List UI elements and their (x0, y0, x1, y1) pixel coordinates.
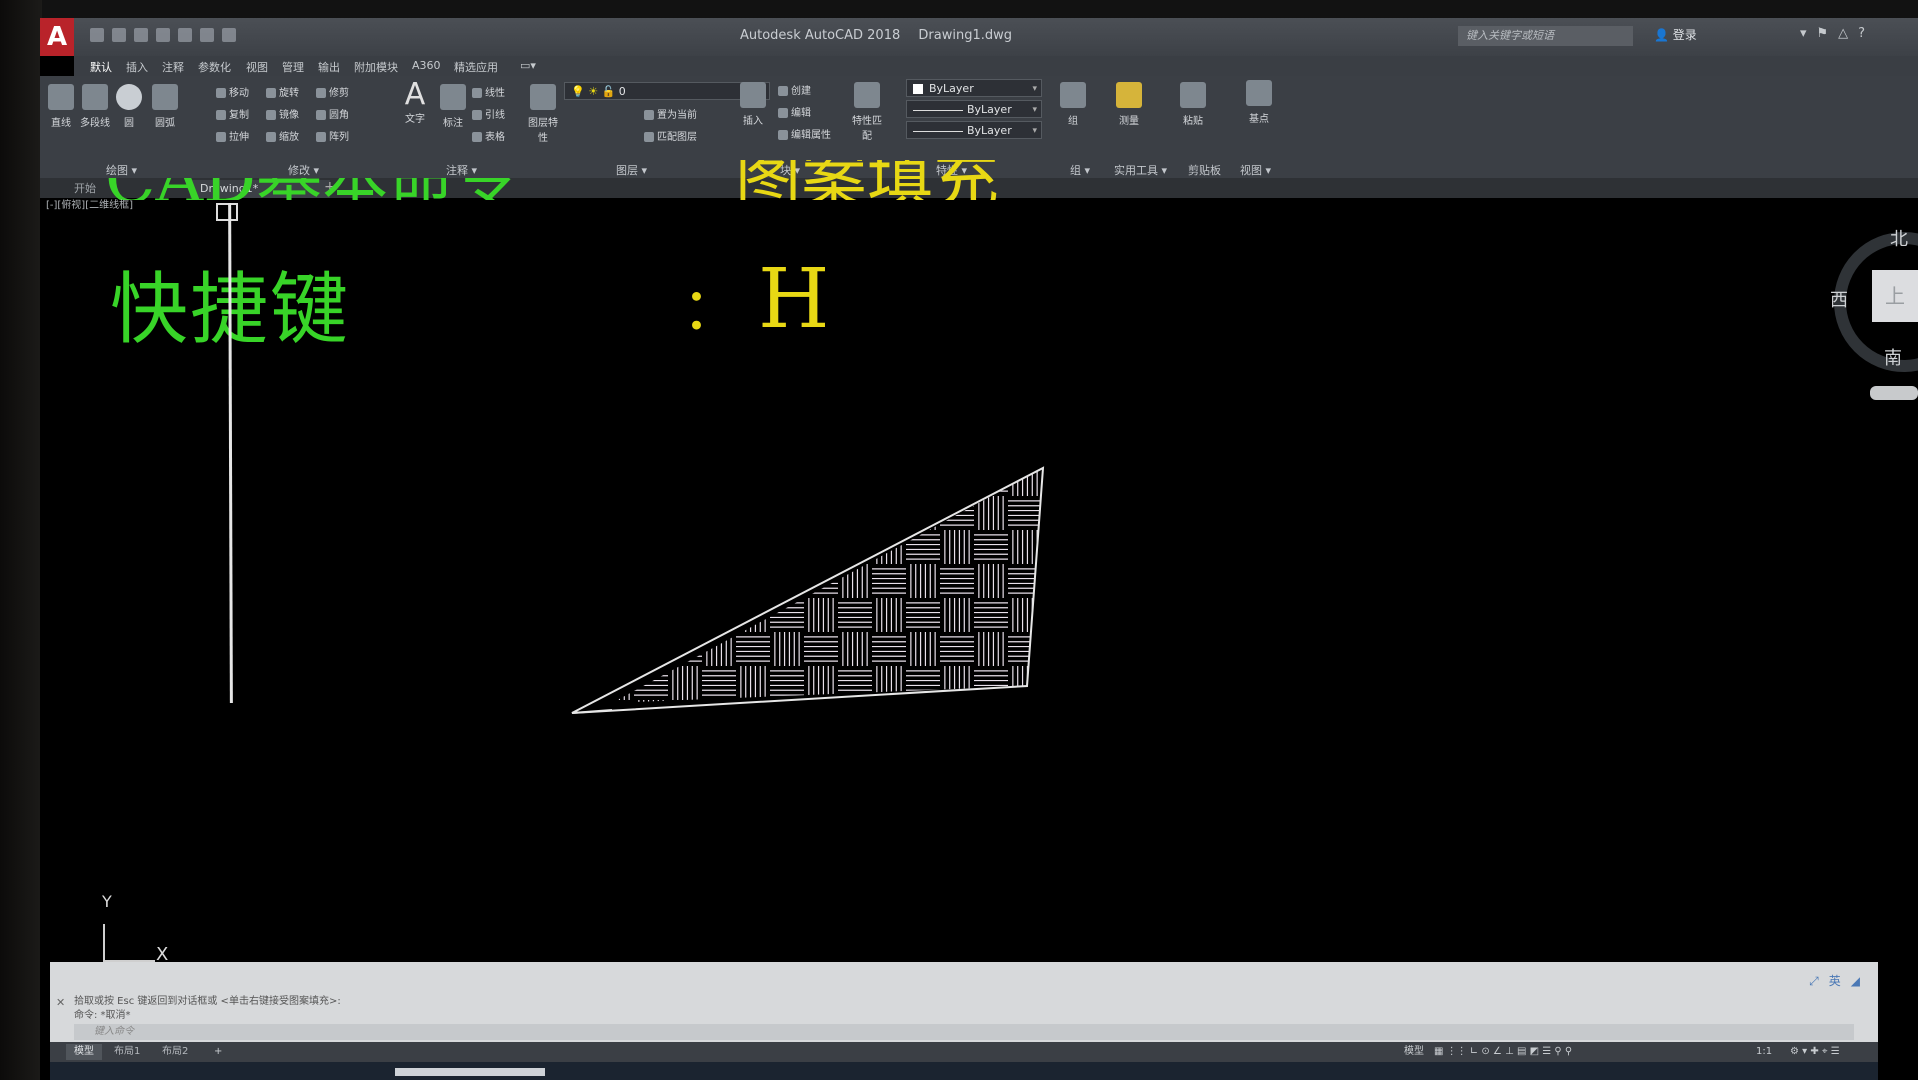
os-taskbar (50, 1062, 1878, 1080)
wcs-menu-button[interactable] (1870, 386, 1918, 400)
close-icon[interactable]: ✕ (56, 996, 65, 1009)
command-tools-icons[interactable]: ⤢英◢ (1809, 972, 1870, 989)
command-line-panel: ✕ 拾取或按 Esc 键返回到对话框或 <单击右键接受图案填充>: 命令: *取… (50, 962, 1878, 1042)
command-history-line-1: 拾取或按 Esc 键返回到对话框或 <单击右键接受图案填充>: (74, 996, 341, 1007)
tab-layout1[interactable]: 布局1 (106, 1044, 148, 1060)
command-input[interactable]: 键入命令 (74, 1024, 1854, 1040)
ucs-y-axis (103, 924, 105, 962)
model-space-toggle[interactable]: 模型 (1404, 1045, 1424, 1059)
status-bar: 模型 布局1 布局2 + 模型 ▦ ⋮⋮ ∟ ⊙ ∠ ⊥ ▤ ◩ ☰ ⚲ ⚲ 1… (50, 1042, 1878, 1062)
viewcube-top-face[interactable]: 上 (1872, 270, 1918, 322)
status-tools-icons[interactable]: ▦ ⋮⋮ ∟ ⊙ ∠ ⊥ ▤ ◩ ☰ ⚲ ⚲ (1434, 1045, 1572, 1059)
viewcube-north[interactable]: 北 (1890, 225, 1908, 251)
hatched-triangle-drawing[interactable] (0, 0, 1918, 1080)
tab-layout2[interactable]: 布局2 (154, 1044, 196, 1060)
add-layout-icon[interactable]: + (214, 1045, 222, 1059)
annotation-scale[interactable]: 1:1 (1756, 1045, 1772, 1059)
status-settings-icons[interactable]: ⚙ ▾ ✚ ⌖ ☰ (1790, 1045, 1840, 1059)
tab-model[interactable]: 模型 (66, 1044, 102, 1060)
hatch-fill (612, 468, 1043, 703)
viewcube-south[interactable]: 南 (1884, 344, 1902, 370)
viewcube-west[interactable]: 西 (1830, 286, 1848, 312)
triangle-boundary[interactable] (571, 466, 1045, 714)
command-history-line-2: 命令: *取消* (74, 1010, 131, 1021)
ucs-y-label: Y (102, 892, 112, 911)
taskbar-active-item[interactable] (395, 1068, 545, 1076)
